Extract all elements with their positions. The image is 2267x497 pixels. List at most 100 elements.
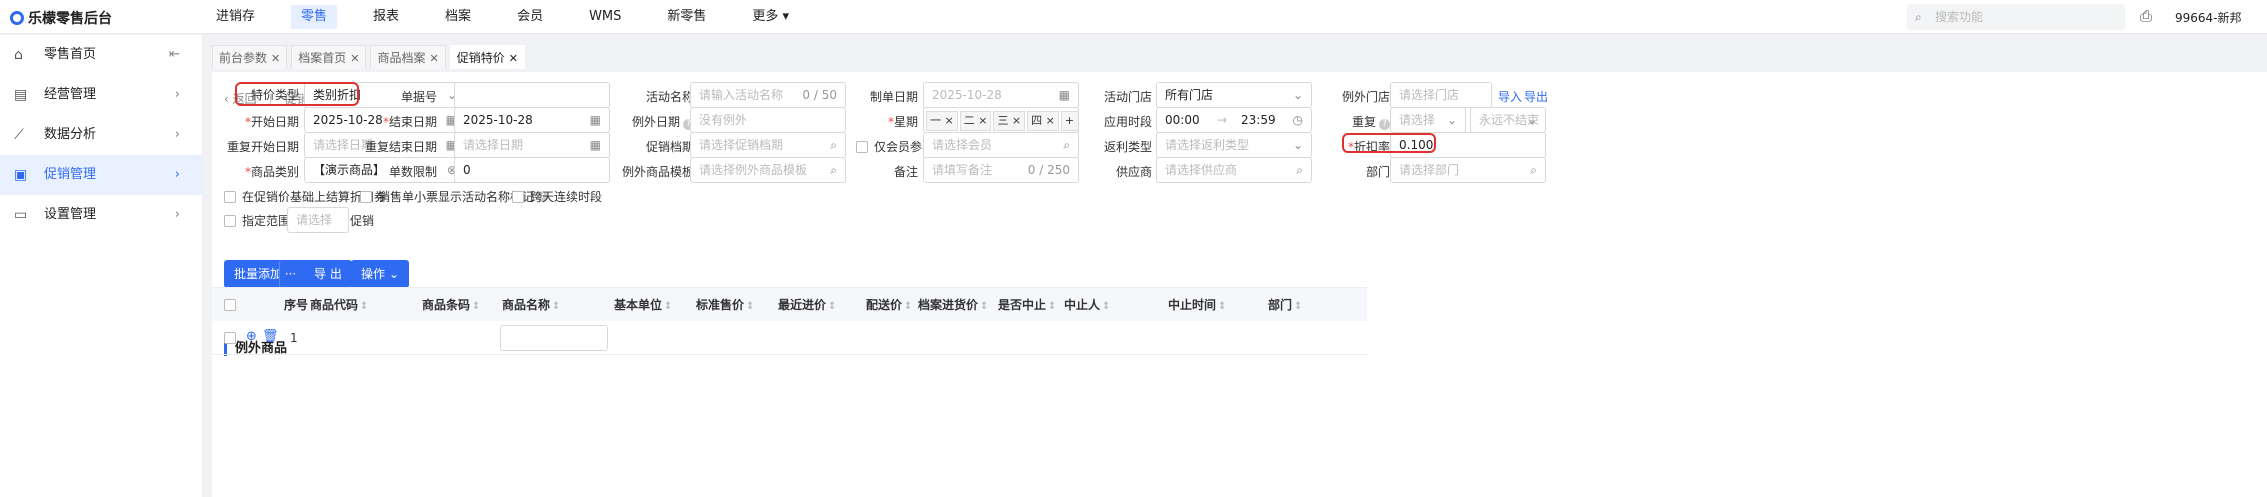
cross-day-checkbox[interactable]: 跨天连续时段 — [512, 188, 602, 205]
member-input[interactable]: 请选择会员 ⌕ — [923, 132, 1079, 158]
search-input[interactable]: ⌕ 搜索功能 — [1907, 4, 2125, 30]
grade-input[interactable]: 请选择促销档期 ⌕ — [690, 132, 846, 158]
import-link[interactable]: 导入 — [1498, 88, 1522, 105]
dept-input[interactable]: 请选择部门 ⌕ — [1390, 157, 1546, 183]
row-checkbox[interactable] — [224, 332, 242, 344]
nav-item-wms[interactable]: WMS — [579, 5, 631, 29]
search-icon: ⌕ — [830, 138, 837, 152]
settings-icon: ▭ — [14, 207, 28, 223]
week-chip[interactable]: 一 × — [926, 111, 958, 131]
week-chip[interactable]: 二 × — [959, 111, 992, 131]
category-label: *商品类别 — [244, 165, 299, 179]
logo-icon — [10, 11, 24, 25]
limit-input[interactable]: 0 — [454, 157, 610, 183]
repeat-end-select[interactable]: 永远不结束 ⌄ — [1470, 107, 1546, 133]
manage-icon: ▤ — [14, 87, 28, 103]
export-link[interactable]: 导出 — [1524, 88, 1548, 105]
exdate-input[interactable]: 没有例外 — [690, 107, 846, 133]
exstore-input[interactable]: 请选择门店 — [1390, 82, 1492, 108]
col-unit[interactable]: 基本单位 ⇕ — [614, 288, 672, 322]
chevron-down-icon: ⌄ — [1526, 113, 1537, 127]
nav-item-member[interactable]: 会员 — [507, 5, 553, 29]
end-date-label: *结束日期 — [382, 115, 437, 129]
row-index: 1 — [290, 331, 298, 345]
col-dept[interactable]: 部门 ⇕ — [1268, 288, 1302, 322]
limit-label: 单数限制 — [388, 165, 437, 179]
supplier-input[interactable]: 请选择供应商 ⌕ — [1156, 157, 1312, 183]
top-nav: 进销存 零售 报表 档案 会员 WMS 新零售 更多 ▾ — [206, 5, 825, 29]
week-label: *星期 — [887, 115, 918, 129]
highlight-box — [1342, 133, 1436, 153]
delete-icon[interactable]: 🗑 — [262, 329, 279, 344]
sidebar-item-retail-home[interactable]: ⌂ 零售首页 ⇤ — [0, 35, 202, 75]
close-icon[interactable]: ✕ — [271, 52, 280, 65]
search-icon: ⌕ — [1915, 10, 1922, 24]
page-tabs: 前台参数 ✕ 档案首页 ✕ 商品档案 ✕ 促销特价 ✕ — [212, 45, 529, 69]
top-bar: 乐檬零售后台 进销存 零售 报表 档案 会员 WMS 新零售 更多 ▾ ⌕ 搜索功… — [0, 0, 2267, 34]
batch-add-more-button[interactable]: ··· — [279, 260, 301, 288]
repeat-end-input[interactable]: 请选择日期 ▦ — [454, 132, 610, 158]
time-range-input[interactable]: 00:00 → 23:59 ◷ — [1156, 107, 1312, 133]
add-row-icon[interactable]: ⊕ — [246, 329, 257, 344]
ops-button[interactable]: 操作 ⌄ — [351, 260, 410, 288]
created-date-input[interactable]: 2025-10-28 ▦ — [923, 82, 1079, 108]
week-chip[interactable]: 四 × — [1027, 111, 1059, 131]
tab-archive-home[interactable]: 档案首页 ✕ — [291, 45, 367, 69]
col-archive-cost[interactable]: 档案进货价 ⇕ — [918, 288, 988, 322]
docno-input[interactable] — [454, 82, 610, 108]
sidebar-item-business[interactable]: ▤ 经营管理 › — [0, 75, 202, 115]
template-input[interactable]: 请选择例外商品模板 ⌕ — [690, 157, 846, 183]
sidebar-item-analysis[interactable]: ⟋ 数据分析 › — [0, 115, 202, 155]
export-button[interactable]: 导 出 — [304, 260, 352, 288]
promo-icon: ▣ — [14, 167, 28, 183]
week-chip[interactable]: 三 × — [993, 111, 1026, 131]
time-label: 应用时段 — [1103, 115, 1152, 129]
col-std-price[interactable]: 标准售价 ⇕ — [696, 288, 754, 322]
collapse-icon[interactable]: ⇤ — [169, 35, 180, 75]
user-name[interactable]: 99664-新邦 — [2175, 9, 2242, 26]
created-label: 制单日期 — [869, 90, 918, 104]
sidebar-item-promotion[interactable]: ▣ 促销管理 › — [0, 155, 202, 195]
close-icon[interactable]: ✕ — [509, 52, 518, 65]
col-last-cost[interactable]: 最近进价 ⇕ — [778, 288, 836, 322]
chevron-right-icon: › — [174, 167, 180, 182]
col-code[interactable]: 商品代码 ⇕ — [310, 288, 368, 322]
col-suspended[interactable]: 是否中止 ⇕ — [998, 288, 1056, 322]
col-barcode[interactable]: 商品条码 ⇕ — [422, 288, 480, 322]
help-icon: ? — [1379, 119, 1390, 130]
product-name-input[interactable] — [500, 325, 608, 351]
nav-item-report[interactable]: 报表 — [363, 5, 409, 29]
actname-input[interactable]: 请输入活动名称 0 / 50 — [690, 82, 846, 108]
tab-promo-special[interactable]: 促销特价 ✕ — [449, 45, 525, 69]
nav-item-new-retail[interactable]: 新零售 — [657, 5, 716, 29]
week-select[interactable]: 一 ×二 ×三 ×四 ×+ 3 ... — [923, 107, 1079, 133]
rebate-select[interactable]: 请选择返利类型 ⌄ — [1156, 132, 1312, 158]
store-select[interactable]: 所有门店 ⌄ — [1156, 82, 1312, 108]
col-suspender[interactable]: 中止人 ⇕ — [1064, 288, 1110, 322]
chevron-right-icon: › — [174, 87, 180, 102]
col-name[interactable]: 商品名称 ⇕ — [502, 288, 560, 322]
home-icon: ⌂ — [14, 47, 23, 63]
tab-product-archive[interactable]: 商品档案 ✕ — [370, 45, 446, 69]
print-icon[interactable]: ⎙ — [2140, 7, 2152, 25]
end-date-input[interactable]: 2025-10-28 ▦ — [454, 107, 610, 133]
nav-item-inventory[interactable]: 进销存 — [206, 5, 265, 29]
docno-label: 单据号 — [400, 90, 437, 104]
exclude-range-select[interactable]: 请选择 — [287, 207, 349, 233]
col-suspend-time[interactable]: 中止时间 ⇕ — [1168, 288, 1226, 322]
supplier-label: 供应商 — [1115, 165, 1152, 179]
select-all-checkbox[interactable] — [224, 299, 242, 311]
exdate-label: 例外日期? — [604, 113, 694, 130]
col-delivery-price[interactable]: 配送价 ⇕ — [866, 288, 912, 322]
repeat-select[interactable]: 请选择 ⌄ — [1390, 107, 1466, 133]
chevron-down-icon: ⌄ — [1446, 113, 1457, 127]
nav-item-retail[interactable]: 零售 — [291, 5, 338, 29]
nav-item-archive[interactable]: 档案 — [435, 5, 481, 29]
nav-item-more[interactable]: 更多 ▾ — [742, 5, 799, 29]
note-input[interactable]: 请填写备注 0 / 250 — [923, 157, 1079, 183]
sidebar-item-settings[interactable]: ▭ 设置管理 › — [0, 195, 202, 235]
close-icon[interactable]: ✕ — [429, 52, 438, 65]
tab-front-params[interactable]: 前台参数 ✕ — [212, 45, 288, 69]
close-icon[interactable]: ✕ — [350, 52, 359, 65]
chevron-right-icon: › — [174, 207, 180, 222]
